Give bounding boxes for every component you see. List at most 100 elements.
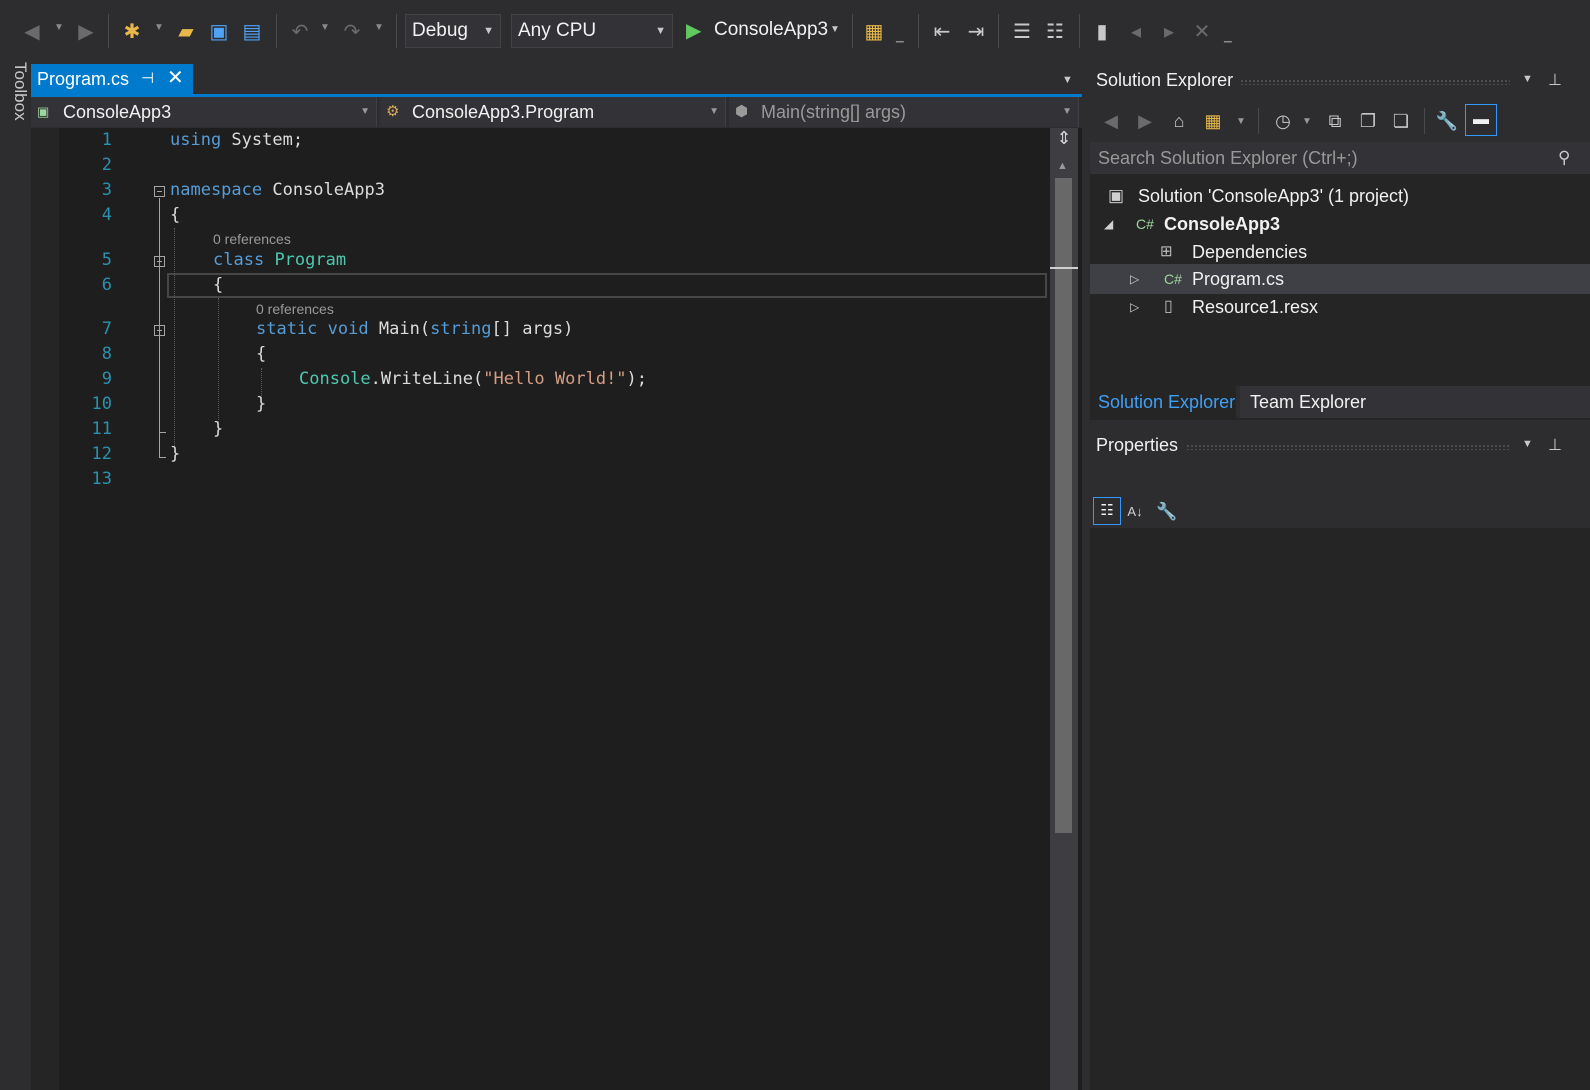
- toolbar-separator: [852, 14, 853, 48]
- chevron-down-icon: ▼: [360, 106, 370, 117]
- new-project-icon[interactable]: ✱: [120, 20, 144, 44]
- scrollbar-thumb[interactable]: [1055, 178, 1072, 833]
- pin-icon[interactable]: ⊣: [141, 64, 154, 94]
- type-nav-select[interactable]: ⚙ ConsoleApp3.Program ▼: [380, 97, 726, 127]
- property-pages-icon[interactable]: 🔧: [1154, 499, 1180, 525]
- toolbox-tab[interactable]: Toolbox: [0, 62, 30, 121]
- collapse-all-icon[interactable]: ❐: [1355, 108, 1381, 134]
- home-icon[interactable]: ⌂: [1166, 108, 1192, 134]
- platform-select[interactable]: Any CPU ▼: [511, 14, 673, 48]
- indent-guide: [174, 228, 175, 446]
- new-project-dropdown-icon[interactable]: ▼: [154, 22, 164, 33]
- code-line-5: class Program: [213, 250, 347, 270]
- collapsed-icon[interactable]: ▷: [1130, 293, 1139, 321]
- overflow-icon[interactable]: ▁: [1224, 32, 1232, 43]
- tab-program-cs[interactable]: Program.cs ⊣ ✕: [31, 64, 193, 94]
- line-number: 13: [91, 469, 112, 489]
- main-toolbar: ◀ ▼ ▶ ✱ ▼ ▰ ▣ ▤ ↶ ▼ ↷ ▼ Debug ▼ Any CPU …: [0, 0, 1590, 62]
- window-position-icon[interactable]: ▼: [1522, 73, 1533, 85]
- expanded-icon[interactable]: ◢: [1104, 210, 1113, 238]
- forward-icon[interactable]: ▶: [74, 20, 98, 44]
- tree-item-dependencies[interactable]: ⊞ Dependencies: [1160, 238, 1460, 266]
- line-number: 11: [91, 419, 112, 439]
- properties-wrench-icon[interactable]: 🔧: [1434, 108, 1460, 134]
- toolbar-separator: [396, 14, 397, 48]
- back-icon[interactable]: ◀: [20, 20, 44, 44]
- forward-icon[interactable]: ▶: [1132, 108, 1158, 134]
- configuration-select[interactable]: Debug ▼: [405, 14, 501, 48]
- collapse-namespace-icon[interactable]: [154, 186, 165, 197]
- undo-icon[interactable]: ↶: [288, 20, 312, 44]
- redo-icon[interactable]: ↷: [340, 20, 364, 44]
- tab-list-dropdown-icon[interactable]: ▼: [1062, 74, 1073, 86]
- clear-bookmarks-icon[interactable]: ✕: [1190, 20, 1214, 44]
- uncomment-icon[interactable]: ☷: [1043, 20, 1067, 44]
- previous-bookmark-icon[interactable]: ◂: [1124, 20, 1148, 44]
- properties-object-selector[interactable]: [1090, 462, 1590, 494]
- scroll-up-icon[interactable]: ▲: [1057, 160, 1068, 172]
- tab-team-explorer[interactable]: Team Explorer: [1240, 386, 1590, 418]
- toolbox-strip: [0, 62, 30, 1090]
- pending-changes-filter-icon[interactable]: ◷: [1270, 108, 1296, 134]
- line-number: 5: [101, 250, 112, 270]
- panel-grip[interactable]: [1186, 444, 1510, 450]
- pin-icon[interactable]: ⊥: [1548, 435, 1562, 455]
- start-button[interactable]: ▶ ConsoleApp3 ▼: [686, 14, 846, 48]
- undo-dropdown-icon[interactable]: ▼: [320, 22, 330, 33]
- step-into-icon[interactable]: ⇤: [930, 20, 954, 44]
- solution-explorer-title: Solution Explorer: [1096, 70, 1234, 90]
- split-window-icon[interactable]: ⇕: [1054, 128, 1074, 152]
- line-number: 2: [101, 155, 112, 175]
- project-nav-value: ConsoleApp3: [63, 102, 172, 122]
- code-line-10: }: [256, 394, 267, 414]
- dependencies-icon: ⊞: [1160, 243, 1173, 260]
- search-icon[interactable]: ⚲: [1558, 148, 1570, 168]
- tab-label: Program.cs: [37, 69, 130, 89]
- window-position-icon[interactable]: ▼: [1522, 438, 1533, 450]
- chevron-down-icon[interactable]: ▼: [1236, 116, 1246, 127]
- solution-explorer-search-input[interactable]: Search Solution Explorer (Ctrl+;): [1090, 142, 1590, 174]
- comment-icon[interactable]: ☰: [1010, 20, 1034, 44]
- back-icon[interactable]: ◀: [1098, 108, 1124, 134]
- toolbar-separator: [998, 14, 999, 48]
- alphabetical-icon[interactable]: A↓: [1122, 499, 1148, 525]
- panel-grip[interactable]: [1240, 79, 1510, 85]
- step-over-icon[interactable]: ⇥: [964, 20, 988, 44]
- chevron-down-icon: ▼: [830, 24, 840, 35]
- open-folder-icon[interactable]: ▰: [174, 20, 198, 44]
- show-all-files-icon[interactable]: ❏: [1388, 108, 1414, 134]
- tree-item-resource[interactable]: ▷ ▯ Resource1.resx: [1130, 293, 1430, 321]
- csharp-project-icon: ▣: [37, 104, 50, 119]
- close-icon[interactable]: ✕: [167, 63, 184, 93]
- member-nav-select[interactable]: ⬢ Main(string[] args) ▼: [729, 97, 1079, 127]
- line-number: 4: [101, 205, 112, 225]
- next-bookmark-icon[interactable]: ▸: [1157, 20, 1181, 44]
- outline-line: [159, 198, 160, 458]
- properties-title: Properties: [1096, 435, 1179, 455]
- sync-with-document-icon[interactable]: ⧉: [1322, 108, 1348, 134]
- save-icon[interactable]: ▣: [207, 20, 231, 44]
- chevron-down-icon[interactable]: ▼: [1302, 116, 1312, 127]
- code-lens-references[interactable]: 0 references: [213, 231, 291, 247]
- pin-icon[interactable]: ⊥: [1548, 70, 1562, 90]
- tree-item-program-cs[interactable]: ▷ C# Program.cs: [1130, 265, 1430, 293]
- find-in-files-icon[interactable]: ▦: [862, 20, 886, 44]
- tree-item-label: Resource1.resx: [1192, 297, 1319, 317]
- outline-end: [159, 457, 166, 458]
- save-all-icon[interactable]: ▤: [240, 20, 264, 44]
- categorized-icon[interactable]: ☷: [1093, 497, 1121, 525]
- indicator-margin: [31, 128, 59, 1090]
- redo-dropdown-icon[interactable]: ▼: [374, 22, 384, 33]
- back-dropdown-icon[interactable]: ▼: [54, 22, 64, 33]
- project-nav-select[interactable]: ▣ ConsoleApp3 ▼: [31, 97, 377, 127]
- line-number: 6: [101, 275, 112, 295]
- collapsed-icon[interactable]: ▷: [1130, 265, 1139, 293]
- bookmark-icon[interactable]: ▮: [1090, 20, 1114, 44]
- tab-solution-explorer[interactable]: Solution Explorer: [1090, 386, 1236, 418]
- preview-selected-items-icon[interactable]: ▬: [1465, 104, 1497, 136]
- overflow-icon[interactable]: ▁: [896, 32, 904, 43]
- code-lens-references[interactable]: 0 references: [256, 301, 334, 317]
- tree-item-project[interactable]: ◢ C# ConsoleApp3: [1104, 210, 1404, 238]
- search-placeholder: Search Solution Explorer (Ctrl+;): [1098, 148, 1358, 168]
- switch-views-icon[interactable]: ▦: [1200, 108, 1226, 134]
